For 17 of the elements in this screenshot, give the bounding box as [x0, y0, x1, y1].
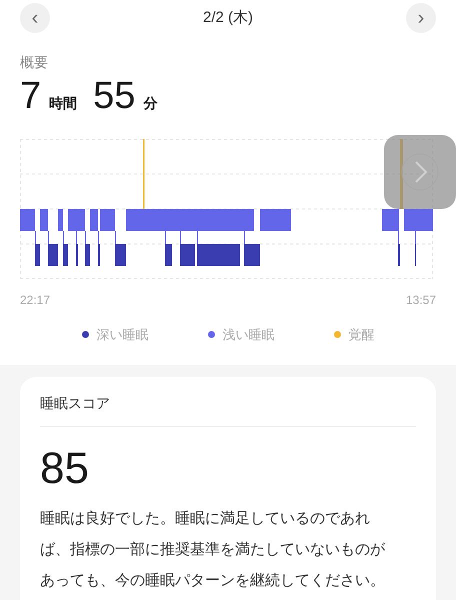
summary-label: 概要: [20, 53, 49, 72]
legend-label: 覚醒: [348, 326, 374, 344]
score-description: 睡眠は良好でした。睡眠に満足しているのであれば、指標の一部に推奨基準を満たしていないものがあっても、今の睡眠パターンを継続してください。: [40, 508, 386, 590]
sleep-score: 85: [40, 446, 90, 490]
end-time-label: 13:57: [406, 292, 436, 309]
next-day-button[interactable]: ›: [406, 3, 436, 33]
start-time-label: 22:17: [20, 292, 50, 309]
legend-label: 浅い睡眠: [222, 326, 274, 344]
scroll-overlay-button[interactable]: [384, 135, 456, 209]
score-card-title: 睡眠スコア: [40, 392, 416, 426]
minutes-value: 55: [93, 77, 136, 115]
minutes-unit: 分: [143, 94, 158, 113]
hours-value: 7: [20, 77, 42, 115]
previous-day-button[interactable]: ‹: [20, 3, 50, 33]
hours-unit: 時間: [49, 94, 78, 113]
date-title: 2/2 (木): [202, 8, 253, 28]
legend-label: 深い睡眠: [96, 326, 148, 344]
